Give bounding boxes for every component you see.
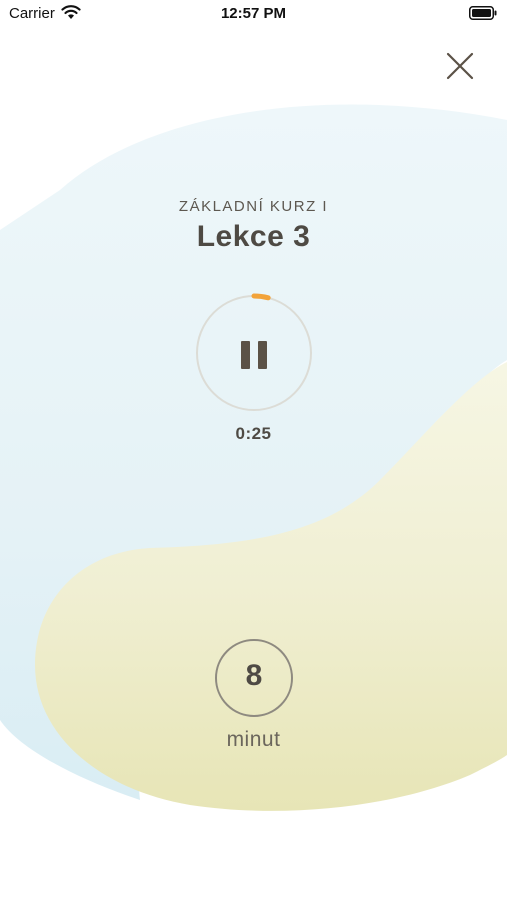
course-label: ZÁKLADNÍ KURZ I: [178, 198, 329, 215]
lesson-title: Lekce 3: [196, 220, 311, 253]
battery-icon: [469, 6, 497, 20]
duration-badge: 8: [215, 639, 293, 717]
pause-icon[interactable]: [241, 341, 267, 369]
close-button[interactable]: [440, 46, 480, 86]
elapsed-time: 0:25: [235, 424, 272, 443]
background-blob-art: [0, 104, 507, 811]
duration-unit: minut: [226, 728, 281, 751]
close-icon: [446, 52, 474, 80]
progress-arc: [251, 293, 271, 301]
status-bar: Carrier 12:57 PM: [0, 0, 507, 28]
status-time: 12:57 PM: [220, 5, 287, 22]
duration-value: 8: [245, 659, 263, 692]
